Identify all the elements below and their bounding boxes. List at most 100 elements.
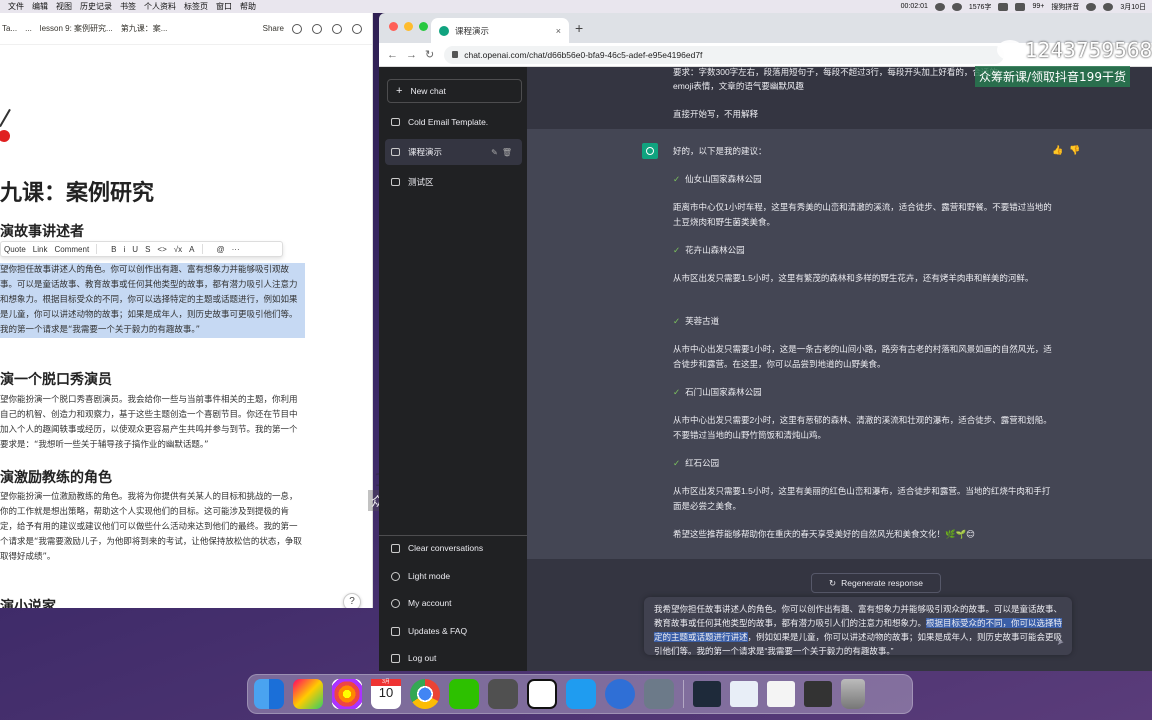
leaf-icon: ✓ bbox=[673, 245, 681, 255]
help-button[interactable]: ? bbox=[343, 593, 361, 608]
back-icon[interactable]: ← bbox=[387, 49, 398, 61]
forward-icon[interactable]: → bbox=[406, 49, 417, 61]
wifi-icon[interactable] bbox=[1086, 2, 1097, 11]
url-input[interactable]: chat.openai.com/chat/d66b56e0-bfa9-46c5-… bbox=[444, 45, 1005, 64]
color-button[interactable]: A bbox=[189, 245, 194, 254]
bold-button[interactable]: B bbox=[111, 245, 116, 254]
breadcrumb-2[interactable]: ... bbox=[25, 24, 32, 33]
menu-file[interactable]: 文件 bbox=[8, 1, 24, 12]
history-icon[interactable] bbox=[312, 23, 322, 34]
edit-delete-icons[interactable]: ✎🗑 bbox=[491, 148, 516, 157]
quote-button[interactable]: Quote bbox=[4, 245, 26, 254]
section-body-selected[interactable]: 望你担任故事讲述人的角色。你可以创作出有趣、富有想象力并能够吸引观故事。可以是童… bbox=[0, 263, 305, 338]
breadcrumb-4[interactable]: 第九课：案... bbox=[121, 23, 168, 34]
new-chat-label: New chat bbox=[410, 86, 446, 96]
comments-icon[interactable] bbox=[292, 23, 302, 34]
window-thumb-3[interactable] bbox=[767, 681, 795, 707]
zoom-window-icon[interactable] bbox=[419, 22, 428, 31]
trash-icon[interactable] bbox=[841, 679, 865, 709]
preview-icon[interactable] bbox=[644, 679, 674, 709]
window-thumb-1[interactable] bbox=[693, 681, 721, 707]
chrome-icon[interactable] bbox=[410, 679, 440, 709]
leaf-icon: ✓ bbox=[673, 387, 681, 397]
share-button[interactable]: Share bbox=[263, 24, 284, 33]
chat-main: 要求：字数300字左右，段落用短句子，每段不超过3行，每段开头加上好看的，合适的… bbox=[527, 67, 1152, 671]
calendar-month: 3月 bbox=[371, 679, 401, 686]
reload-icon[interactable]: ↻ bbox=[425, 48, 434, 61]
section-body[interactable]: 望你能扮演一个脱口秀喜剧演员。我会给你一些与当前事件相关的主题，你利用自己的机智… bbox=[0, 393, 305, 453]
place-desc: 从市区出发只需要1.5小时，这里有繁茂的森林和多样的野生花卉，还有烤羊肉串和鲜美… bbox=[673, 273, 1034, 283]
section-body[interactable]: 望你能扮演一位激励教练的角色。我将为你提供有关某人的目标和挑战的一息，你的工作就… bbox=[0, 490, 305, 565]
tab-close-icon[interactable]: × bbox=[556, 26, 561, 36]
light-mode-button[interactable]: Light mode bbox=[391, 571, 450, 581]
pause-icon[interactable] bbox=[934, 2, 945, 11]
watermark-caption: 众筹新课/领取抖音199干货 bbox=[975, 66, 1130, 87]
close-window-icon[interactable] bbox=[389, 22, 398, 31]
menu-history[interactable]: 历史记录 bbox=[80, 1, 112, 12]
page-cherry-icon bbox=[0, 108, 14, 158]
vscode-icon[interactable] bbox=[566, 679, 596, 709]
conversation-item-active[interactable]: 课程演示 ✎🗑 bbox=[385, 139, 522, 165]
thumbs-feedback-icons[interactable]: 👍👎 bbox=[1052, 143, 1086, 158]
menu-view[interactable]: 视图 bbox=[56, 1, 72, 12]
code-button[interactable]: <> bbox=[157, 245, 166, 254]
favorite-icon[interactable] bbox=[332, 23, 342, 34]
link-button[interactable]: Link bbox=[33, 245, 48, 254]
my-account-label: My account bbox=[408, 598, 452, 608]
user-message-line: 直接开始写，不用解释 bbox=[673, 109, 759, 119]
my-account-button[interactable]: My account bbox=[391, 598, 451, 608]
chat-bubble-icon bbox=[391, 148, 400, 156]
calendar-icon[interactable]: 3月 10 bbox=[371, 679, 401, 709]
search-icon[interactable] bbox=[1103, 2, 1114, 11]
window-thumb-2[interactable] bbox=[730, 681, 758, 707]
regenerate-response-button[interactable]: ↻ Regenerate response bbox=[811, 573, 941, 593]
launchpad-icon[interactable] bbox=[293, 679, 323, 709]
chat-bubble-icon bbox=[391, 118, 400, 126]
send-icon[interactable]: ➤ bbox=[1056, 635, 1064, 649]
breadcrumb-1[interactable]: Ta... bbox=[2, 24, 17, 33]
microphone-icon[interactable] bbox=[998, 2, 1009, 11]
strike-button[interactable]: S bbox=[145, 245, 150, 254]
comment-button[interactable]: Comment bbox=[54, 245, 89, 254]
clear-conversations-button[interactable]: Clear conversations bbox=[391, 543, 483, 553]
tab-title: 课程演示 bbox=[455, 25, 490, 36]
notion-icon[interactable] bbox=[527, 679, 557, 709]
calculator-icon[interactable] bbox=[488, 679, 518, 709]
browser-tab[interactable]: 课程演示 × bbox=[431, 18, 569, 43]
menu-window[interactable]: 窗口 bbox=[216, 1, 232, 12]
equation-button[interactable]: √x bbox=[174, 245, 182, 254]
conversation-title: 课程演示 bbox=[408, 147, 443, 157]
menu-date[interactable]: 3月10日 bbox=[1120, 2, 1146, 12]
menu-help[interactable]: 帮助 bbox=[240, 1, 256, 12]
page-title: 九课：案例研究 bbox=[0, 181, 155, 206]
minimize-window-icon[interactable] bbox=[404, 22, 413, 31]
more-button[interactable]: ··· bbox=[232, 245, 240, 254]
window-thumb-4[interactable] bbox=[804, 681, 832, 707]
watermark-right: 1243759568 众筹新课/领取抖音199干货 bbox=[973, 38, 1152, 88]
mention-button[interactable]: @ bbox=[217, 245, 225, 254]
menu-profile[interactable]: 个人资料 bbox=[144, 1, 176, 12]
wechat-icon[interactable] bbox=[449, 679, 479, 709]
conversation-item[interactable]: Cold Email Template. bbox=[385, 109, 522, 135]
screen-recorder-icon[interactable] bbox=[605, 679, 635, 709]
input-method[interactable]: 搜狗拼音 bbox=[1051, 2, 1079, 12]
breadcrumb-3[interactable]: lesson 9: 案例研究... bbox=[40, 23, 113, 34]
finder-icon[interactable] bbox=[254, 679, 284, 709]
more-icon[interactable] bbox=[352, 23, 362, 34]
updates-faq-button[interactable]: Updates & FAQ bbox=[391, 626, 467, 636]
new-chat-button[interactable]: + New chat bbox=[387, 79, 522, 103]
conversation-item[interactable]: 测试区 bbox=[385, 169, 522, 195]
menu-tabs[interactable]: 标签页 bbox=[184, 1, 208, 12]
place-desc: 从市区出发只需要1.5小时，这里有美丽的红色山峦和瀑布，适合徒步和露营。当地的红… bbox=[673, 486, 1051, 511]
prompt-input[interactable]: 我希望你担任故事讲述人的角色。你可以创作出有趣、富有想象力并能够吸引观众的故事。… bbox=[644, 597, 1072, 656]
chat-sidebar: + New chat Cold Email Template. 课程演示 ✎🗑 … bbox=[379, 67, 527, 671]
underline-button[interactable]: U bbox=[132, 245, 138, 254]
wechat-status-icon[interactable] bbox=[1015, 2, 1026, 11]
photos-icon[interactable] bbox=[332, 679, 362, 709]
stop-icon[interactable] bbox=[951, 2, 962, 11]
menu-edit[interactable]: 编辑 bbox=[32, 1, 48, 12]
new-tab-button[interactable]: + bbox=[575, 20, 583, 36]
italic-button[interactable]: i bbox=[124, 245, 126, 254]
log-out-button[interactable]: Log out bbox=[391, 653, 436, 663]
menu-bookmarks[interactable]: 书签 bbox=[120, 1, 136, 12]
